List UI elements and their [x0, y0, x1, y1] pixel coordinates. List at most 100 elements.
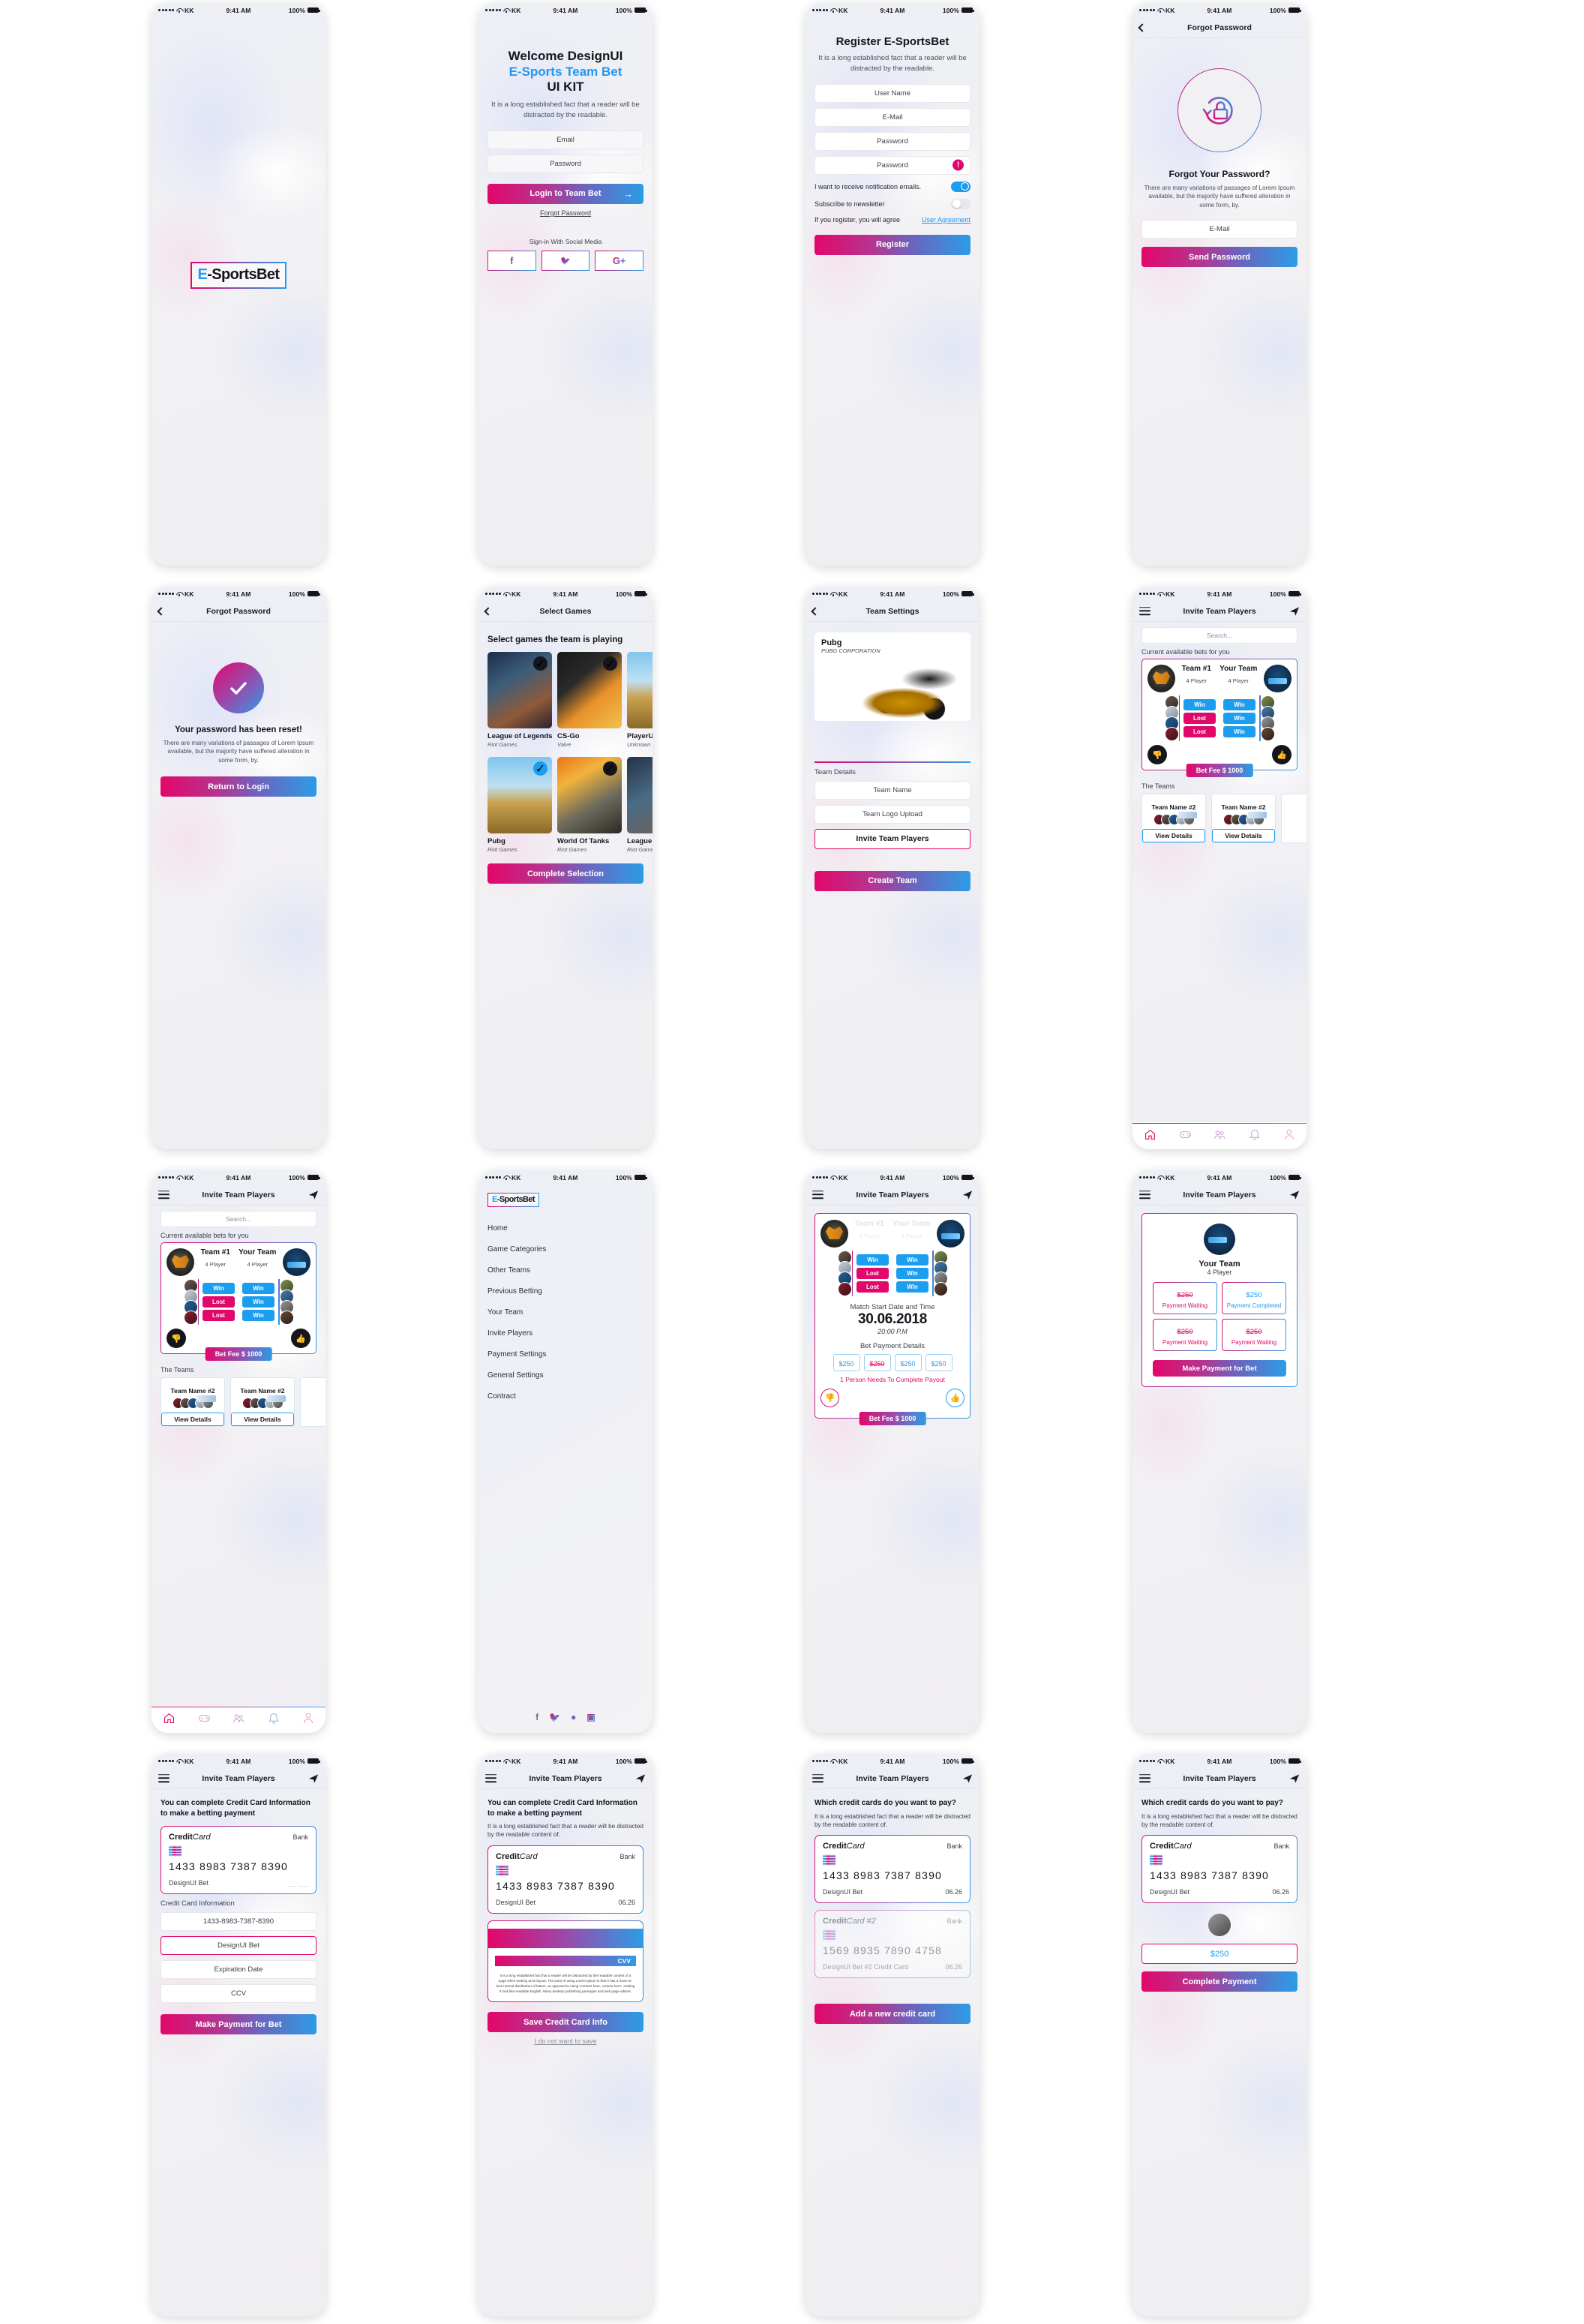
skip-save-link[interactable]: I do not want to save — [488, 2037, 644, 2045]
view-details-button[interactable]: View Details — [1212, 829, 1275, 842]
send-password-button[interactable]: Send Password — [1142, 247, 1298, 268]
thumbs-down-icon[interactable]: 👎 — [1148, 745, 1167, 764]
teams-carousel[interactable]: Team Name #2 View Details Team Name #2 V… — [1142, 794, 1306, 843]
view-details-button[interactable]: View Details — [231, 1413, 294, 1426]
menu-button[interactable] — [158, 1190, 170, 1200]
twitter-icon[interactable]: 🐦 — [549, 1712, 560, 1722]
send-icon[interactable] — [1289, 1773, 1300, 1784]
send-icon[interactable] — [308, 1773, 319, 1784]
send-icon[interactable] — [635, 1773, 646, 1784]
amount-input[interactable]: $250 — [1142, 1944, 1298, 1965]
team-card[interactable]: Team Name #2 View Details — [230, 1377, 295, 1427]
invite-team-players-button[interactable]: Invite Team Players — [814, 828, 970, 849]
google-plus-icon[interactable]: G+ — [595, 250, 644, 271]
back-button[interactable] — [157, 606, 166, 616]
tab-games[interactable] — [198, 1712, 211, 1728]
thumbs-down-icon[interactable]: 👎 — [166, 1329, 186, 1348]
thumbs-up-icon[interactable]: 👍 — [1272, 745, 1292, 764]
team-card[interactable] — [300, 1377, 326, 1427]
thumbs-up-icon[interactable]: 👍 — [291, 1329, 310, 1348]
team-logo-upload[interactable]: Team Logo Upload — [814, 804, 970, 824]
tab-people[interactable] — [1214, 1128, 1226, 1145]
view-details-button[interactable]: View Details — [1142, 829, 1205, 842]
drawer-item-invite-players[interactable]: Invite Players — [488, 1323, 644, 1344]
team-card[interactable]: Team Name #2 View Details — [1211, 794, 1276, 843]
instagram-icon[interactable]: ▣ — [586, 1712, 595, 1722]
bet-card[interactable]: Team #1 4 Player Your Team 4 Player Win Lo… — [160, 1242, 316, 1361]
menu-button[interactable] — [485, 1773, 496, 1783]
email-input[interactable]: Email — [488, 130, 644, 149]
team-name-input[interactable]: Team Name — [814, 780, 970, 800]
game-card[interactable]: ✓ League of Legends Riot Games — [488, 652, 552, 748]
facebook-icon[interactable]: f — [488, 250, 536, 271]
game-card[interactable]: ✓ Pubg Riot Games — [488, 757, 552, 853]
thumbs-down-icon[interactable]: 👎 — [820, 1389, 839, 1407]
back-button[interactable] — [811, 606, 820, 616]
menu-button[interactable] — [1139, 1190, 1150, 1200]
complete-selection-button[interactable]: Complete Selection — [488, 863, 644, 884]
tab-profile[interactable] — [302, 1712, 314, 1728]
game-card[interactable]: League of Legends Riot Games — [627, 757, 652, 853]
drawer-item-home[interactable]: Home — [488, 1218, 644, 1239]
game-card[interactable]: PlayerUnknown Unknown — [627, 652, 652, 748]
email-input[interactable]: E-Mail — [1142, 220, 1298, 239]
team-card[interactable]: Team Name #2 View Details — [160, 1377, 225, 1427]
tab-notifications[interactable] — [268, 1712, 280, 1728]
register-button[interactable]: Register — [814, 234, 970, 255]
password-input[interactable]: Password — [814, 131, 970, 151]
drawer-item-other-teams[interactable]: Other Teams — [488, 1260, 644, 1281]
teams-carousel[interactable]: Team Name #2 View Details Team Name #2 V… — [160, 1377, 326, 1427]
expiration-input[interactable]: Expiration Date — [160, 1960, 316, 1979]
make-payment-button[interactable]: Make Payment for Bet — [160, 2014, 316, 2034]
complete-payment-button[interactable]: Complete Payment — [1142, 1971, 1298, 1992]
tab-profile[interactable] — [1283, 1128, 1295, 1145]
menu-button[interactable] — [158, 1773, 170, 1783]
ccv-input[interactable]: CCV — [160, 1984, 316, 2003]
menu-button[interactable] — [1139, 606, 1150, 616]
credit-card-option-1[interactable]: CreditCard Bank 1433 8983 7387 8390 Desi… — [814, 1835, 970, 1903]
send-icon[interactable] — [962, 1190, 973, 1200]
game-card[interactable]: ✓ World Of Tanks Riot Games — [557, 757, 622, 853]
drawer-item-your-team[interactable]: Your Team — [488, 1302, 644, 1323]
menu-button[interactable] — [1139, 1773, 1150, 1783]
notification-emails-row[interactable]: I want to receive notification emails. — [814, 181, 970, 192]
user-agreement-link[interactable]: User Agreement — [922, 216, 970, 224]
view-details-button[interactable]: View Details — [161, 1413, 224, 1426]
newsletter-toggle[interactable] — [951, 198, 970, 209]
team-card[interactable] — [1281, 794, 1306, 843]
forgot-password-link[interactable]: Forgot Password — [488, 209, 644, 217]
newsletter-row[interactable]: Subscribe to newsletter — [814, 198, 970, 209]
cvv-field[interactable]: CVV — [495, 1955, 636, 1966]
back-button[interactable] — [484, 606, 493, 616]
drawer-item-general-settings[interactable]: General Settings — [488, 1365, 644, 1386]
email-input[interactable]: E-Mail — [814, 107, 970, 127]
check-icon[interactable]: ✓ — [603, 656, 617, 671]
send-icon[interactable] — [1289, 1190, 1300, 1200]
tab-home[interactable] — [1144, 1128, 1156, 1145]
create-team-button[interactable]: Create Team — [814, 870, 970, 891]
password-input[interactable]: Password — [488, 154, 644, 173]
credit-card-option-2[interactable]: CreditCard #2 Bank 1569 8935 7890 4758 D… — [814, 1910, 970, 1978]
check-icon[interactable]: ✓ — [533, 656, 548, 671]
tab-notifications[interactable] — [1249, 1128, 1261, 1145]
password-confirm-input[interactable]: Password! — [814, 155, 970, 175]
tab-games[interactable] — [1179, 1128, 1192, 1145]
drawer-item-previous-betting[interactable]: Previous Betting — [488, 1281, 644, 1302]
team-card[interactable]: Team Name #2 View Details — [1142, 794, 1206, 843]
card-number-input[interactable]: 1433-8983-7387-8390 — [160, 1912, 316, 1931]
game-card[interactable]: ✓ CS-Go Valve — [557, 652, 622, 748]
dribbble-icon[interactable]: ● — [571, 1712, 576, 1722]
tab-home[interactable] — [163, 1712, 176, 1728]
send-icon[interactable] — [308, 1190, 319, 1200]
drawer-item-payment-settings[interactable]: Payment Settings — [488, 1344, 644, 1365]
bet-card[interactable]: Team #1 4 Player Your Team 4 Player Win Lo… — [1142, 659, 1298, 777]
back-button[interactable] — [1138, 23, 1147, 32]
search-input[interactable]: Search... — [1142, 627, 1298, 644]
save-credit-card-button[interactable]: Save Credit Card Info — [488, 2012, 644, 2033]
check-icon[interactable]: ✓ — [603, 761, 617, 776]
make-payment-button[interactable]: Make Payment for Bet — [1153, 1360, 1286, 1377]
drawer-item-game-categories[interactable]: Game Categories — [488, 1239, 644, 1260]
search-input[interactable]: Search... — [160, 1211, 316, 1227]
add-credit-card-button[interactable]: Add a new credit card — [814, 2004, 970, 2025]
send-icon[interactable] — [962, 1773, 973, 1784]
